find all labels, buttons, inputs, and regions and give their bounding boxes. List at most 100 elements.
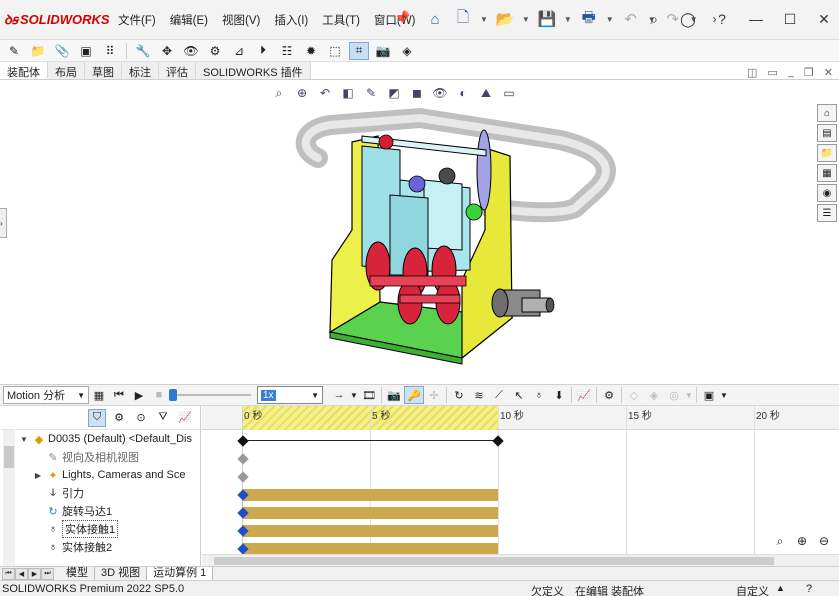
- previous-view-icon[interactable]: ↶: [316, 84, 334, 102]
- menu-edit[interactable]: 编辑(E): [170, 12, 208, 28]
- hide-show-items-icon[interactable]: 👁: [431, 84, 449, 102]
- tab-markup[interactable]: 标注: [122, 62, 159, 79]
- section-view-icon[interactable]: ◧: [339, 84, 357, 102]
- play-icon[interactable]: ▶: [129, 386, 149, 404]
- motion-study-properties-icon[interactable]: ⚙: [599, 386, 619, 404]
- filter-animated-icon[interactable]: ⚙: [110, 409, 128, 427]
- new-motion-study-icon[interactable]: ⏵: [253, 42, 273, 60]
- view-settings-icon[interactable]: ▭: [500, 84, 518, 102]
- filter-driving-icon[interactable]: ⊙: [132, 409, 150, 427]
- new-document-icon[interactable]: 🗋: [452, 8, 474, 30]
- close-icon[interactable]: ✕: [813, 8, 835, 30]
- tab-layout[interactable]: 布局: [48, 62, 85, 79]
- home-icon[interactable]: ⌂: [424, 8, 446, 30]
- open-folder-icon[interactable]: 📂: [494, 8, 516, 30]
- zoom-to-fit-icon[interactable]: ⌕: [771, 532, 789, 550]
- tab-solidworks-addins[interactable]: SOLIDWORKS 插件: [196, 62, 311, 79]
- tree-item-contact-2[interactable]: ♁ 实体接触2: [18, 538, 200, 556]
- move-component-icon[interactable]: ✥: [157, 42, 177, 60]
- zoom-to-area-icon[interactable]: ⊕: [293, 84, 311, 102]
- add-key-icon[interactable]: ✢: [424, 386, 444, 404]
- configure-dropdown-icon[interactable]: ▼: [684, 386, 694, 404]
- tab-model[interactable]: 模型: [60, 567, 95, 580]
- playback-speed-select[interactable]: 1x ▼: [257, 386, 323, 404]
- viewport-minimize-icon[interactable]: _: [788, 66, 794, 79]
- display-style-icon[interactable]: ◼: [408, 84, 426, 102]
- save-icon[interactable]: 💾: [536, 8, 558, 30]
- timeline-scrollbar[interactable]: [202, 554, 839, 566]
- menu-file[interactable]: 文件(F): [118, 12, 156, 28]
- minimize-icon[interactable]: —: [745, 8, 767, 30]
- damper-icon[interactable]: ⟋: [489, 386, 509, 404]
- chevron-up-icon[interactable]: ▲: [776, 583, 785, 593]
- play-from-start-icon[interactable]: ⏮: [109, 386, 129, 404]
- undo-icon[interactable]: ↶: [620, 8, 642, 30]
- pin-icon[interactable]: 📌: [394, 10, 410, 26]
- edit-appearance-icon[interactable]: ◐: [454, 84, 472, 102]
- key-point[interactable]: [237, 453, 249, 465]
- dynamic-annotation-icon[interactable]: ✎: [362, 84, 380, 102]
- tree-scrollbar[interactable]: [3, 430, 15, 566]
- tab-evaluate[interactable]: 评估: [159, 62, 196, 79]
- tab-motion-study-1[interactable]: 运动算例 1: [147, 567, 214, 580]
- stop-icon[interactable]: ■: [149, 386, 169, 404]
- restore-view-icon[interactable]: ▭: [767, 66, 777, 79]
- viewport-restore-icon[interactable]: ❐: [804, 66, 814, 79]
- reference-geometry-icon[interactable]: ⊿: [229, 42, 249, 60]
- simulation-setup-icon[interactable]: ◇: [624, 386, 644, 404]
- help-status-icon[interactable]: ?: [806, 583, 812, 595]
- tree-item-contact-1[interactable]: ♁ 实体接触1: [18, 520, 200, 538]
- view-palette-icon[interactable]: ▦: [817, 164, 837, 182]
- solidworks-resources-icon[interactable]: ⌂: [817, 104, 837, 122]
- save-animation-icon[interactable]: 🎞: [359, 386, 379, 404]
- results-and-plots-icon[interactable]: 📈: [574, 386, 594, 404]
- configure-icon[interactable]: ◎: [664, 386, 684, 404]
- key-point[interactable]: [237, 435, 249, 447]
- maximize-icon[interactable]: ☐: [779, 8, 801, 30]
- expand-toggle[interactable]: ▶: [32, 471, 44, 480]
- key-point[interactable]: [237, 471, 249, 483]
- menu-tools[interactable]: 工具(T): [322, 12, 360, 28]
- zoom-out-icon[interactable]: ⊖: [815, 532, 833, 550]
- split-view-icon[interactable]: ◫: [747, 66, 757, 79]
- tab-assembly[interactable]: 装配体: [0, 62, 48, 79]
- edit-component-icon[interactable]: ✎: [4, 42, 24, 60]
- export-results-icon[interactable]: ◈: [644, 386, 664, 404]
- scroll-thumb[interactable]: [4, 446, 14, 468]
- motion-timeline[interactable]: 0 秒 5 秒 10 秒 15 秒 20 秒 ⌕ ⊕ ⊖: [202, 406, 839, 566]
- exploded-view-icon[interactable]: ✹: [301, 42, 321, 60]
- filter-selected-icon[interactable]: ⛛: [154, 409, 172, 427]
- custom-properties-icon[interactable]: ☰: [817, 204, 837, 222]
- motor-icon[interactable]: ↻: [449, 386, 469, 404]
- take-snapshot-icon[interactable]: 📷: [373, 42, 393, 60]
- contact-icon[interactable]: ♁: [529, 386, 549, 404]
- appearances-icon[interactable]: ◉: [817, 184, 837, 202]
- smart-fasteners-icon[interactable]: 🔧: [133, 42, 153, 60]
- instant3d-icon[interactable]: ⬚: [325, 42, 345, 60]
- print-icon[interactable]: 🖶: [578, 8, 600, 30]
- chevron-down-icon[interactable]: ▼: [480, 15, 488, 24]
- menu-view[interactable]: 视图(V): [222, 12, 260, 28]
- panel-expand-handle[interactable]: ›: [0, 208, 7, 238]
- component-preview-icon[interactable]: ▣: [76, 42, 96, 60]
- viewport-close-icon[interactable]: ✕: [824, 66, 833, 79]
- next-tab-icon[interactable]: ▶: [28, 567, 41, 580]
- assembly-features-icon[interactable]: ⚙: [205, 42, 225, 60]
- last-tab-icon[interactable]: ⏭: [41, 567, 54, 580]
- scroll-thumb[interactable]: [214, 557, 774, 565]
- collapse-motion-manager-icon[interactable]: ▣: [699, 386, 719, 404]
- chevron-down-icon[interactable]: ▼: [564, 15, 572, 24]
- filter-icon[interactable]: ⛉: [88, 408, 106, 427]
- spring-icon[interactable]: ≋: [469, 386, 489, 404]
- solidworks-logo[interactable]: ꝺꞩ SOLIDWORKS: [4, 10, 110, 28]
- show-hidden-icon[interactable]: 👁: [181, 42, 201, 60]
- tab-3d-view[interactable]: 3D 视图: [95, 567, 148, 580]
- insert-component-icon[interactable]: 📁: [28, 42, 48, 60]
- units-status[interactable]: 自定义: [736, 583, 769, 596]
- user-icon[interactable]: ◯: [677, 8, 699, 30]
- menu-insert[interactable]: 插入(I): [274, 12, 308, 28]
- tree-item-orientation[interactable]: ✎ 视向及相机视图: [18, 448, 200, 466]
- design-library-icon[interactable]: ▤: [817, 124, 837, 142]
- expand-toggle[interactable]: ▼: [18, 435, 30, 444]
- autokey-icon[interactable]: 🔑: [404, 386, 424, 404]
